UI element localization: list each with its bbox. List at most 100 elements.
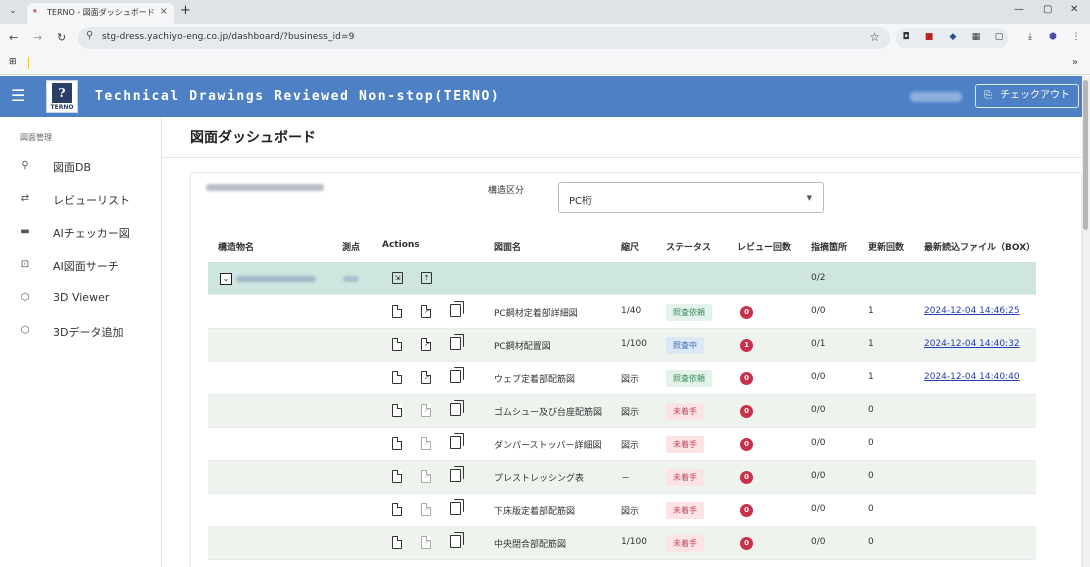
latest-file-link[interactable]: 2024-12-04 14:46:25 [924, 306, 1020, 316]
review-count-badge: 1 [740, 339, 753, 352]
col-header-latest-file: 最新読込ファイル（BOX） [924, 243, 1036, 253]
edit-drawing-icon[interactable] [421, 404, 431, 417]
page-scrollbar-thumb[interactable] [1083, 80, 1088, 230]
view-drawing-icon[interactable] [392, 437, 402, 450]
terno-logo[interactable]: ? TERNO [46, 80, 78, 113]
apps-grid-icon[interactable]: ⊞ [9, 57, 17, 67]
browser-menu-icon[interactable]: ⋮ [1069, 30, 1083, 44]
copy-icon[interactable] [450, 499, 464, 515]
main-content: 図面ダッシュボード 構造区分 PC桁 ▼ 構造物名 測点 Actions 図面名… [162, 117, 1082, 567]
bookmarks-more-icon[interactable]: » [1072, 57, 1078, 68]
view-drawing-icon[interactable] [392, 470, 402, 483]
hamburger-menu-icon[interactable]: ☰ [11, 87, 25, 105]
page-title: 図面ダッシュボード [190, 130, 316, 146]
edit-drawing-icon[interactable] [421, 536, 431, 549]
col-header-station: 測点 [342, 243, 361, 253]
checkout-label: チェックアウト [1000, 90, 1070, 101]
bulk-download-icon[interactable]: ⇲ [392, 272, 403, 284]
window-close-icon[interactable]: ✕ [1070, 4, 1078, 15]
browser-tab[interactable]: ᴿ TERNO - 図面ダッシュボード × [27, 3, 174, 24]
copy-icon[interactable] [450, 433, 464, 449]
drawing-name: PC鋼材配置図 [494, 342, 551, 352]
copy-icon[interactable] [450, 400, 464, 416]
sidebar-item-label: 図面DB [53, 161, 92, 174]
status-badge: 未着手 [666, 403, 704, 420]
copy-icon[interactable] [450, 301, 464, 317]
sidebar-item-3d-viewer[interactable]: ⬡ 3D Viewer [0, 287, 161, 313]
group-points: 0/2 [811, 273, 826, 283]
edit-drawing-icon[interactable] [421, 338, 431, 351]
site-info-icon[interactable]: ⚲ [86, 30, 93, 41]
copy-icon[interactable] [450, 367, 464, 383]
sidebar-item-label: AI図面サーチ [53, 260, 119, 273]
edit-drawing-icon[interactable] [421, 503, 431, 516]
checkout-icon: ⎘ [984, 90, 992, 101]
sidebar-item-drawing-db[interactable]: ⚲ 図面DB [0, 155, 161, 181]
back-icon[interactable]: ← [9, 31, 18, 44]
download-icon[interactable]: ⤓ [1023, 30, 1037, 44]
view-drawing-icon[interactable] [392, 338, 402, 351]
profile-icon[interactable]: ⬢ [1046, 30, 1060, 44]
minimize-icon[interactable]: — [1014, 4, 1024, 15]
view-drawing-icon[interactable] [392, 536, 402, 549]
edit-drawing-icon[interactable] [421, 305, 431, 318]
drawing-name: 下床版定着部配筋図 [494, 507, 576, 517]
bulk-upload-icon[interactable]: ⇡ [421, 272, 432, 284]
table-row: プレストレッシング表 － 未着手 0 0/0 0 [208, 461, 1036, 494]
bookmark-star-icon[interactable]: ☆ [869, 30, 880, 44]
puzzle-extension-icon[interactable]: ▢ [992, 30, 1006, 44]
drawing-name: 中央閉合部配筋図 [494, 540, 567, 550]
update-count: 1 [868, 339, 874, 349]
bookmarks-bar: ⊞ » [0, 52, 1090, 75]
copy-icon[interactable] [450, 532, 464, 548]
col-header-points: 指摘箇所 [811, 243, 848, 253]
forward-icon[interactable]: → [33, 31, 42, 44]
review-count-badge: 0 [740, 372, 753, 385]
view-drawing-icon[interactable] [392, 404, 402, 417]
status-badge: 照査依頼 [666, 370, 712, 387]
col-header-scale: 縮尺 [621, 243, 640, 253]
copy-icon[interactable] [450, 334, 464, 350]
pdf-extension-icon[interactable]: ■ [922, 30, 936, 44]
edit-drawing-icon[interactable] [421, 371, 431, 384]
collapse-toggle-icon[interactable]: ⌄ [220, 273, 232, 285]
camera-extension-icon[interactable]: ◘ [899, 30, 913, 44]
scale-value: 1/40 [621, 306, 642, 316]
checkout-button[interactable]: ⎘ チェックアウト [975, 84, 1079, 108]
tab-search-icon[interactable]: ⌄ [6, 4, 20, 18]
table-row: ゴムシュー及び台座配筋図 図示 未着手 0 0/0 0 [208, 395, 1036, 428]
review-count-badge: 0 [740, 537, 753, 550]
copy-icon[interactable] [450, 466, 464, 482]
edit-drawing-icon[interactable] [421, 470, 431, 483]
scale-value: 1/100 [621, 537, 647, 547]
latest-file-link[interactable]: 2024-12-04 14:40:32 [924, 339, 1020, 349]
points-value: 0/0 [811, 504, 826, 514]
edit-drawing-icon[interactable] [421, 437, 431, 450]
table-row: ダンパーストッパー詳細図 図示 未着手 0 0/0 0 [208, 428, 1036, 461]
url-text: stg-dress.yachiyo-eng.co.jp/dashboard/?b… [102, 32, 355, 42]
sidebar-section-title: 図面管理 [20, 133, 52, 142]
tab-close-icon[interactable]: × [160, 6, 168, 17]
drawing-name: プレストレッシング表 [494, 474, 585, 484]
new-tab-button[interactable]: + [180, 3, 191, 18]
reload-icon[interactable]: ↻ [57, 31, 66, 44]
drawing-name: ゴムシュー及び台座配筋図 [494, 408, 603, 418]
url-field[interactable]: ⚲ stg-dress.yachiyo-eng.co.jp/dashboard/… [78, 27, 890, 49]
sidebar-item-review-list[interactable]: ⇄ レビューリスト [0, 188, 161, 214]
sidebar-item-ai-search[interactable]: ⊡ AI図面サーチ [0, 254, 161, 280]
sidebar: 図面管理 ⚲ 図面DB ⇄ レビューリスト ▬ AIチェッカー図 ⊡ AI図面サ… [0, 117, 162, 567]
cube-icon: ⬡ [20, 292, 30, 303]
logo-text: TERNO [50, 104, 74, 111]
maximize-icon[interactable]: ▢ [1043, 4, 1052, 15]
sidebar-item-3d-add[interactable]: ⬡ 3Dデータ追加 [0, 320, 161, 346]
grid-extension-icon[interactable]: ▦ [969, 30, 983, 44]
shield-extension-icon[interactable]: ◆ [946, 30, 960, 44]
points-value: 0/0 [811, 438, 826, 448]
sidebar-item-label: 3D Viewer [53, 291, 110, 304]
latest-file-link[interactable]: 2024-12-04 14:40:40 [924, 372, 1020, 382]
view-drawing-icon[interactable] [392, 503, 402, 516]
view-drawing-icon[interactable] [392, 371, 402, 384]
sidebar-item-ai-checker[interactable]: ▬ AIチェッカー図 [0, 221, 161, 247]
structure-type-select[interactable]: PC桁 ▼ [558, 182, 824, 213]
view-drawing-icon[interactable] [392, 305, 402, 318]
